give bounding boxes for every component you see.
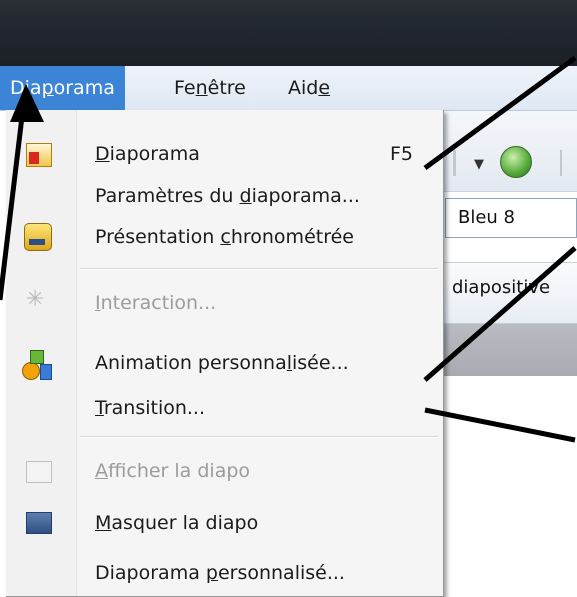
annotation-arrow (424, 407, 576, 443)
annotation-arrows (0, 55, 577, 443)
annotation-arrow (0, 99, 27, 301)
annotation-arrow (423, 55, 577, 171)
arrowhead-icon (10, 84, 44, 122)
annotation-arrow (423, 246, 577, 382)
